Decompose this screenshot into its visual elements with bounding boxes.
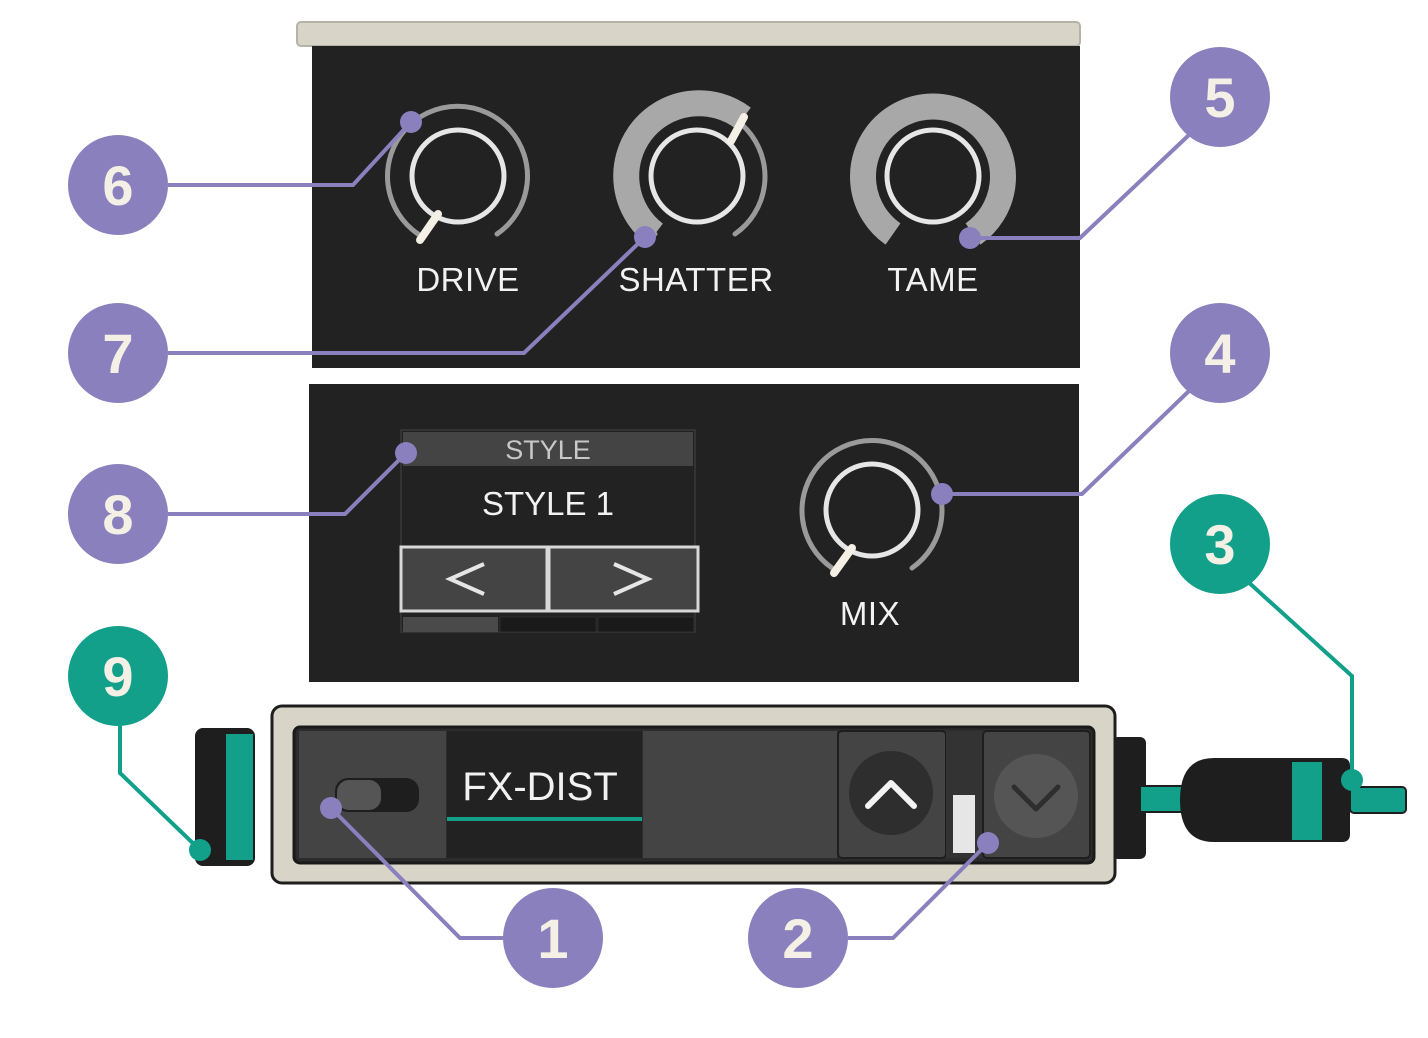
callout-7-dot	[634, 226, 656, 248]
mix-ring	[823, 461, 921, 559]
callout-4-number: 4	[1204, 322, 1235, 385]
style-page-segment-3	[597, 616, 695, 633]
callout-5-dot	[959, 227, 981, 249]
shatter-label: SHATTER	[618, 261, 773, 298]
top-panel-edge	[296, 21, 1081, 47]
device-name-underline	[447, 817, 642, 821]
style-header: STYLE	[505, 435, 591, 465]
device-name: FX-DIST	[462, 765, 618, 809]
callout-6-dot	[400, 111, 422, 133]
callout-2-number: 2	[782, 907, 813, 970]
bypass-toggle[interactable]	[335, 778, 419, 812]
style-value: STYLE 1	[482, 485, 614, 522]
cable-plug-band	[1292, 762, 1322, 840]
callout-7: 7	[68, 303, 168, 403]
callout-4: 4	[1170, 303, 1270, 403]
callout-3: 3	[1170, 494, 1270, 594]
cable-plug	[1180, 758, 1350, 842]
callout-7-number: 7	[102, 322, 133, 385]
style-page-segment-1	[403, 617, 498, 632]
callout-8-dot	[395, 442, 417, 464]
callout-1-number: 1	[537, 907, 568, 970]
style-page-segment-2	[499, 616, 597, 633]
callout-3-dot	[1341, 769, 1363, 791]
style-next-button-bg	[547, 545, 700, 613]
device-blank-area	[643, 731, 837, 858]
style-selector: STYLE STYLE 1	[399, 429, 700, 633]
callout-6-number: 6	[102, 154, 133, 217]
callout-3-number: 3	[1204, 513, 1235, 576]
bypass-toggle-thumb	[337, 780, 381, 810]
move-down-button[interactable]	[982, 730, 1091, 859]
callout-3-leader	[1244, 578, 1354, 780]
callout-5: 5	[1170, 47, 1270, 147]
callout-2-dot	[977, 832, 999, 854]
callout-6: 6	[68, 135, 168, 235]
callout-8: 8	[68, 464, 168, 564]
drive-ring	[409, 127, 507, 225]
callout-8-number: 8	[102, 483, 133, 546]
style-prev-button[interactable]	[399, 545, 549, 613]
move-up-button-circle	[849, 751, 933, 835]
callout-4-dot	[931, 483, 953, 505]
tame-label: TAME	[887, 261, 978, 298]
drive-label: DRIVE	[416, 261, 519, 298]
callout-5-number: 5	[1204, 66, 1235, 129]
fx-dist-diagram: DRIVE SHATTER TAME STYLE STYLE 1 MIX FX-…	[0, 0, 1428, 1033]
move-down-button-circle	[994, 754, 1078, 838]
move-up-button[interactable]	[837, 730, 947, 859]
callout-2: 2	[748, 888, 848, 988]
tame-ring	[884, 127, 982, 225]
callout-1-dot	[320, 797, 342, 819]
callout-9-number: 9	[102, 645, 133, 708]
diagram-canvas: DRIVE SHATTER TAME STYLE STYLE 1 MIX FX-…	[68, 21, 1407, 988]
left-connector-band	[226, 734, 253, 860]
callout-1: 1	[503, 888, 603, 988]
style-next-button[interactable]	[547, 545, 700, 613]
level-meter-fill	[953, 795, 975, 853]
callout-9-leader	[118, 725, 202, 852]
style-prev-button-bg	[399, 545, 549, 613]
mix-label: MIX	[840, 595, 900, 632]
callout-9-dot	[189, 839, 211, 861]
callout-9: 9	[68, 626, 168, 726]
cable-tip	[1349, 786, 1407, 814]
